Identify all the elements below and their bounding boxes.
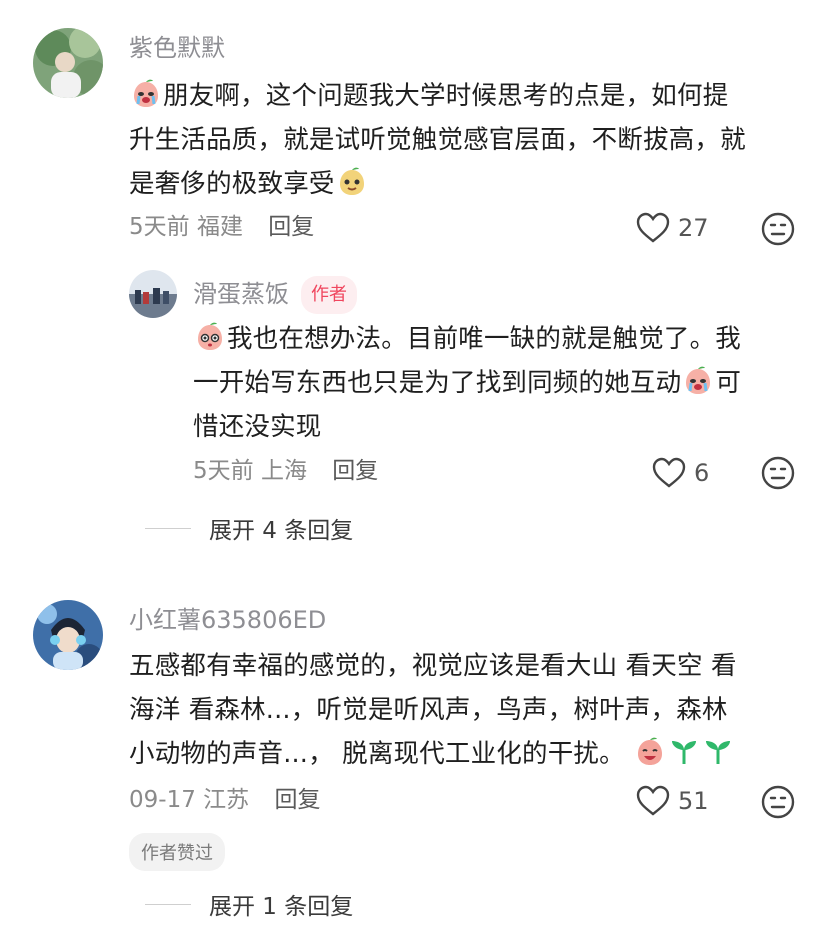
happy-peach-emoji <box>638 737 663 765</box>
author-badge: 作者 <box>301 276 357 314</box>
heart-icon <box>636 785 670 816</box>
comment-time: 09-17 <box>129 787 196 813</box>
like-button[interactable]: 27 <box>636 212 709 244</box>
like-button[interactable]: 51 <box>636 785 709 817</box>
comment-meta: 09-17 江苏 回复 <box>129 784 320 816</box>
like-count: 6 <box>694 459 710 487</box>
author-liked-badge: 作者赞过 <box>129 833 225 871</box>
emoji-icon <box>761 456 795 490</box>
sticker-reply-button[interactable] <box>760 455 796 495</box>
shy-peach-emoji <box>198 322 222 350</box>
reply-button[interactable]: 回复 <box>274 787 320 813</box>
sticker-reply-button[interactable] <box>760 211 796 251</box>
sprout-emoji <box>672 741 697 764</box>
comment-location: 福建 <box>196 214 243 240</box>
heart-icon <box>636 212 670 243</box>
emoji-icon <box>761 785 795 819</box>
comment-username[interactable]: 小红薯635806ED <box>129 604 326 636</box>
crying-peach-emoji <box>134 79 158 107</box>
like-count: 27 <box>678 214 709 242</box>
smirk-peach-emoji <box>339 167 364 195</box>
comment-location: 江苏 <box>203 787 250 813</box>
divider <box>145 903 191 905</box>
like-button[interactable]: 6 <box>652 457 709 489</box>
divider <box>145 527 191 529</box>
reply-location: 上海 <box>260 458 307 484</box>
reply-time: 5天前 <box>193 458 254 484</box>
reply-text: 我也在想办法。目前唯一缺的就是触觉了。我 一开始写东西也只是为了找到同频的她互动… <box>193 317 813 449</box>
comment-text: 朋友啊，这个问题我大学时候思考的点是，如何提 升生活品质，就是试听觉触觉感官层面… <box>129 74 809 206</box>
crying-peach-emoji <box>686 366 711 394</box>
like-count: 51 <box>678 787 709 815</box>
expand-replies-button[interactable]: 展开 1 条回复 <box>145 887 353 921</box>
reply-meta: 5天前 上海 回复 <box>193 455 378 487</box>
avatar[interactable] <box>33 28 103 98</box>
avatar[interactable] <box>129 270 177 318</box>
sticker-reply-button[interactable] <box>760 784 796 824</box>
reply-button[interactable]: 回复 <box>268 214 314 240</box>
reply-button[interactable]: 回复 <box>332 458 378 484</box>
comment-username[interactable]: 紫色默默 <box>129 32 225 64</box>
expand-replies-button[interactable]: 展开 4 条回复 <box>145 511 353 545</box>
avatar[interactable] <box>33 600 103 670</box>
reply-username[interactable]: 滑蛋蒸饭 作者 <box>193 276 357 314</box>
comment-meta: 5天前 福建 回复 <box>129 211 314 243</box>
emoji-icon <box>761 212 795 246</box>
heart-icon <box>652 457 686 488</box>
comment-time: 5天前 <box>129 214 190 240</box>
comment-text: 五感都有幸福的感觉的，视觉应该是看大山 看天空 看 海洋 看森林...，听觉是听… <box>129 651 737 769</box>
sprout-emoji <box>706 741 731 764</box>
